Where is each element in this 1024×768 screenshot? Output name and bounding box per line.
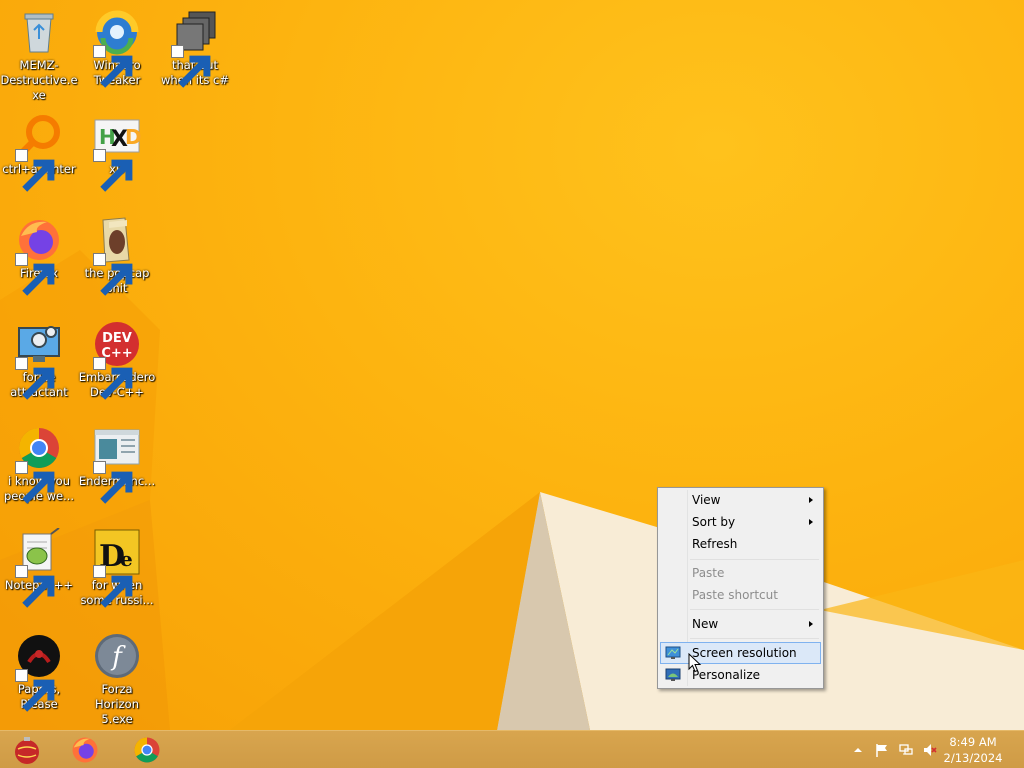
taskbar-firefox[interactable]	[58, 733, 110, 767]
shortcut-arrow-icon	[93, 461, 133, 504]
personalize-icon	[665, 668, 681, 681]
shortcut-arrow-icon	[15, 565, 55, 608]
svg-text:DEV: DEV	[102, 331, 132, 346]
menu-item-label: Personalize	[692, 668, 761, 682]
shortcut-arrow-icon	[15, 253, 55, 296]
desktop-icon-forkie-attractant[interactable]: forkie attractant	[0, 320, 78, 400]
menu-item-label: Paste	[692, 566, 725, 580]
desktop-icon-xd[interactable]: HXD xD	[78, 112, 156, 192]
desktop-icon-notepadpp[interactable]: Notepad++	[0, 528, 78, 608]
menu-item-screen-resolution[interactable]: Screen resolution	[660, 642, 821, 664]
desktop-icon-for-when-some-russi[interactable]: De for when some russi...	[78, 528, 156, 608]
shortcut-arrow-icon	[93, 149, 133, 192]
shortcut-arrow-icon	[93, 357, 133, 400]
desktop[interactable]: MEMZ-Destructive.exe ctrl+a, enter Firef…	[0, 0, 1024, 730]
action-center-flag-icon[interactable]	[874, 742, 890, 758]
desktop-icon-firefox[interactable]: Firefox	[0, 216, 78, 296]
menu-item-view[interactable]: View	[660, 489, 821, 511]
desktop-icon-winaero-tweaker[interactable]: Winaero Tweaker	[78, 8, 156, 88]
desktop-icon-papers-please[interactable]: Papers, Please	[0, 632, 78, 712]
svg-text:D: D	[125, 125, 141, 149]
desktop-icon-endermanch[interactable]: Endermanc...	[78, 424, 156, 504]
shortcut-arrow-icon	[93, 45, 133, 88]
taskbar-ornament-app[interactable]	[0, 733, 52, 767]
devcpp-icon: DEV C++	[93, 320, 141, 400]
menu-item-label: Screen resolution	[692, 646, 797, 660]
shortcut-arrow-icon	[15, 669, 55, 712]
shortcut-arrow-icon	[15, 149, 55, 192]
firefox-icon	[15, 216, 63, 296]
winaero-tweaker-icon	[93, 8, 141, 88]
menu-item-sort-by[interactable]: Sort by	[660, 511, 821, 533]
mouse-cursor-icon	[688, 653, 702, 673]
magnifier-app-icon	[15, 112, 63, 192]
shortcut-arrow-icon	[15, 357, 55, 400]
desktop-icon-forza-horizon[interactable]: f Forza Horizon 5.exe	[78, 632, 156, 727]
chrome-icon	[15, 424, 63, 504]
chrome-icon	[134, 737, 160, 763]
menu-separator	[690, 638, 819, 639]
hxd-hex-editor-icon: HXD	[93, 112, 141, 192]
desktop-icon-ctrl-a-enter[interactable]: ctrl+a, enter	[0, 112, 78, 192]
display-settings-icon	[665, 646, 681, 659]
desktop-icon-label: Forza Horizon 5.exe	[95, 682, 139, 726]
submenu-arrow-icon	[809, 497, 813, 503]
menu-item-label: View	[692, 493, 721, 507]
desktop-icon-popcap[interactable]: the popcap shit	[78, 216, 156, 296]
taskbar: 8:49 AM 2/13/2024	[0, 730, 1024, 768]
monitor-settings-icon	[15, 320, 63, 400]
ornament-app-icon	[15, 737, 39, 764]
taskbar-clock[interactable]: 8:49 AM 2/13/2024	[938, 734, 1008, 766]
menu-separator	[690, 609, 819, 610]
firefox-icon	[72, 737, 98, 763]
menu-item-label: New	[692, 617, 719, 631]
network-icon[interactable]	[898, 742, 914, 758]
de-app-icon: De	[93, 528, 141, 608]
desktop-icon-that-but-when-its-c[interactable]: that but when its c#	[156, 8, 234, 88]
menu-separator	[690, 559, 819, 560]
menu-item-paste[interactable]: Paste	[660, 562, 821, 584]
desktop-context-menu: View Sort by Refresh Paste Paste shortcu…	[657, 487, 824, 689]
shortcut-arrow-icon	[93, 565, 133, 608]
menu-item-label: Sort by	[692, 515, 736, 529]
folder-icon	[93, 216, 141, 296]
clock-time: 8:49 AM	[949, 735, 997, 749]
submenu-arrow-icon	[809, 621, 813, 627]
papers-please-icon	[15, 632, 63, 712]
menu-item-label: Paste shortcut	[692, 588, 778, 602]
shortcut-arrow-icon	[15, 461, 55, 504]
menu-item-refresh[interactable]: Refresh	[660, 533, 821, 555]
desktop-icon-i-know-you-people[interactable]: i know you people we...	[0, 424, 78, 504]
clock-date: 2/13/2024	[943, 751, 1003, 765]
recycle-bin-icon	[15, 8, 63, 56]
desktop-icon-devcpp[interactable]: DEV C++ Embarcadero Dev-C++	[78, 320, 156, 400]
menu-item-label: Refresh	[692, 537, 738, 551]
menu-item-new[interactable]: New	[660, 613, 821, 635]
flash-player-icon: f	[93, 632, 141, 680]
show-hidden-icons-chevron[interactable]	[850, 742, 866, 758]
menu-item-paste-shortcut[interactable]: Paste shortcut	[660, 584, 821, 606]
stacked-windows-icon	[171, 8, 219, 88]
desktop-icon-label: MEMZ-Destructive.exe	[0, 58, 78, 102]
notepadpp-icon	[15, 528, 63, 608]
shortcut-arrow-icon	[93, 253, 133, 296]
submenu-arrow-icon	[809, 519, 813, 525]
taskbar-chrome[interactable]	[120, 733, 172, 767]
menu-item-personalize[interactable]: Personalize	[660, 664, 821, 686]
desktop-icon-memz[interactable]: MEMZ-Destructive.exe	[0, 8, 78, 103]
volume-muted-icon[interactable]	[922, 742, 938, 758]
window-document-icon	[93, 424, 141, 504]
shortcut-arrow-icon	[171, 45, 211, 88]
